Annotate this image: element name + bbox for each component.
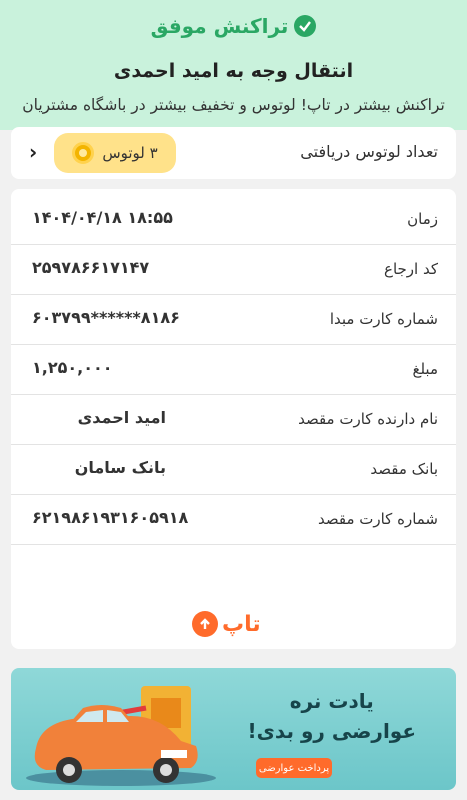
status-text: تراکنش موفق	[150, 14, 289, 38]
detail-label: بانک مقصد	[370, 460, 438, 478]
detail-value: ۱۴۰۴/۰۴/۱۸ ۱۸:۵۵	[32, 208, 173, 227]
banner-headline: یادت نره عوارضی رو بدی!	[247, 686, 416, 746]
arrow-up-icon	[192, 611, 218, 637]
detail-row-reference: کد ارجاع ۲۵۹۷۸۶۶۱۷۱۴۷	[11, 245, 456, 295]
detail-label: شماره کارت مقصد	[317, 510, 438, 528]
detail-label: مبلغ	[412, 360, 438, 378]
car-illustration	[26, 686, 216, 786]
banner-line-1: یادت نره	[289, 689, 374, 713]
detail-label: زمان	[407, 210, 438, 228]
detail-row-recipient-name: نام دارنده کارت مقصد امید احمدی	[11, 395, 456, 445]
detail-row-recipient-card: شماره کارت مقصد ۶۲۱۹۸۶۱۹۳۱۶۰۵۹۱۸	[11, 495, 456, 545]
detail-row-source-card: شماره کارت مبدا ۶۰۳۷۹۹******۸۱۸۶	[11, 295, 456, 345]
detail-value: ۶۰۳۷۹۹******۸۱۸۶	[32, 308, 180, 327]
toll-promo-banner[interactable]: یادت نره عوارضی رو بدی! پرداخت عوارضی	[11, 668, 456, 790]
detail-row-recipient-bank: بانک مقصد بانک سامان	[11, 445, 456, 495]
status-line: تراکنش موفق	[0, 14, 467, 38]
pay-toll-button[interactable]: پرداخت عوارضی	[256, 758, 332, 778]
success-header: تراکنش موفق انتقال وجه به امید احمدی ترا…	[0, 0, 467, 130]
detail-value: امید احمدی	[77, 408, 166, 427]
detail-value: بانک سامان	[74, 458, 166, 477]
lotus-card[interactable]: تعداد لوتوس دریافتی ۳ لوتوس ‹	[11, 127, 456, 179]
promo-text: تراکنش بیشتر در تاپ! لوتوس و تخفیف بیشتر…	[22, 96, 445, 114]
detail-row-time: زمان ۱۴۰۴/۰۴/۱۸ ۱۸:۵۵	[11, 195, 456, 245]
detail-label: شماره کارت مبدا	[329, 310, 438, 328]
lotus-badge: ۳ لوتوس	[54, 133, 176, 173]
banner-line-2: عوارضی رو بدی!	[247, 719, 416, 743]
detail-value: ۱,۲۵۰,۰۰۰	[32, 358, 113, 377]
check-circle-icon	[294, 15, 317, 37]
brand-logo: تاپ	[192, 611, 261, 637]
lotus-count: ۳ لوتوس	[102, 144, 158, 162]
detail-label: نام دارنده کارت مقصد	[298, 410, 438, 428]
detail-value[interactable]: ۶۲۱۹۸۶۱۹۳۱۶۰۵۹۱۸	[32, 508, 188, 527]
brand-name: تاپ	[222, 611, 261, 637]
detail-label: کد ارجاع	[384, 260, 438, 278]
detail-value[interactable]: ۲۵۹۷۸۶۶۱۷۱۴۷	[32, 258, 149, 277]
coin-icon	[72, 142, 95, 164]
lotus-label: تعداد لوتوس دریافتی	[300, 142, 438, 161]
chevron-left-icon[interactable]: ‹	[29, 140, 37, 164]
detail-row-amount: مبلغ ۱,۲۵۰,۰۰۰	[11, 345, 456, 395]
page-title: انتقال وجه به امید احمدی	[113, 60, 354, 82]
transaction-details: زمان ۱۴۰۴/۰۴/۱۸ ۱۸:۵۵ کد ارجاع ۲۵۹۷۸۶۶۱۷…	[11, 189, 456, 649]
